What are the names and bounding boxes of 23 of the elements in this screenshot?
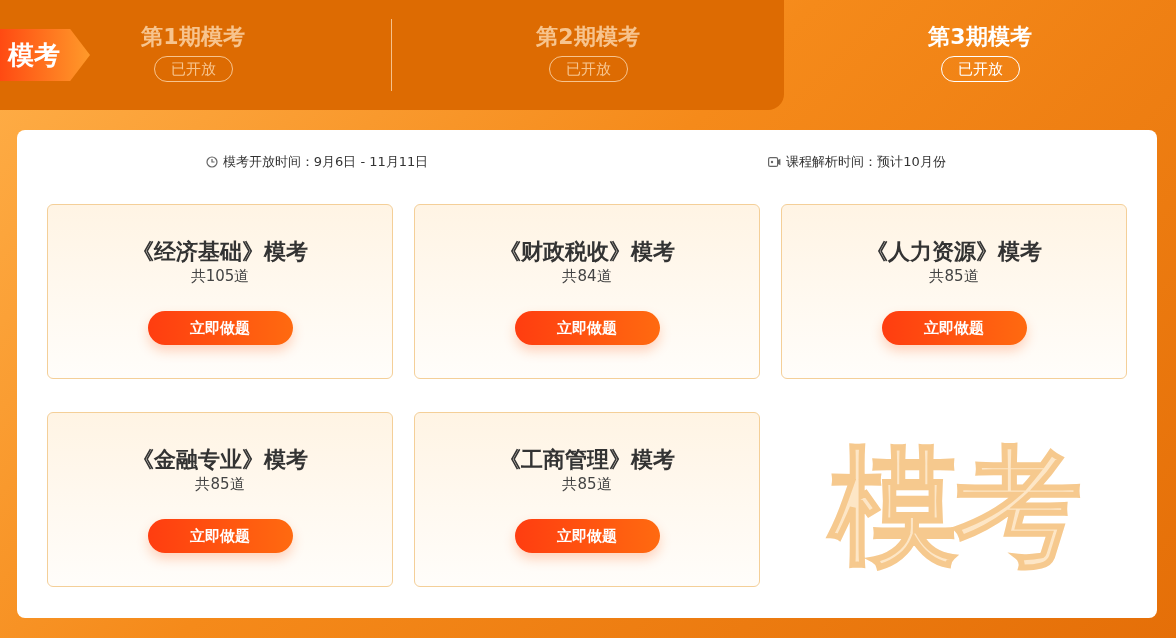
tab[interactable]: 第1期模考 已开放 [90,0,392,110]
info-text: 模考开放时间：9月6日 - 11月11日 [222,153,429,171]
exam-title: 《工商管理》模考 [499,446,675,474]
question-count: 共105道 [190,266,250,286]
start-button[interactable]: 立即做题 [147,311,293,345]
exam-title: 《财政税收》模考 [499,238,675,266]
question-count: 共84道 [562,266,612,286]
question-count: 共85道 [195,474,245,494]
tab[interactable]: 第3期模考 已开放 [784,0,1176,110]
video-icon [768,157,782,167]
info-text: 课程解析时间：预计10月份 [786,153,946,171]
question-count: 共85道 [562,474,612,494]
start-button[interactable]: 立即做题 [147,519,293,553]
question-count: 共85道 [929,266,979,286]
exam-title: 《金融专业》模考 [132,446,308,474]
start-button[interactable]: 立即做题 [514,519,660,553]
tab[interactable]: 第2期模考 已开放 [392,0,784,110]
badge: 模考 [0,29,90,81]
clock-icon [205,156,218,168]
start-button[interactable]: 立即做题 [514,311,660,345]
start-button[interactable]: 立即做题 [881,311,1027,345]
exam-title: 《经济基础》模考 [132,238,308,266]
exam-title: 《人力资源》模考 [866,238,1042,266]
